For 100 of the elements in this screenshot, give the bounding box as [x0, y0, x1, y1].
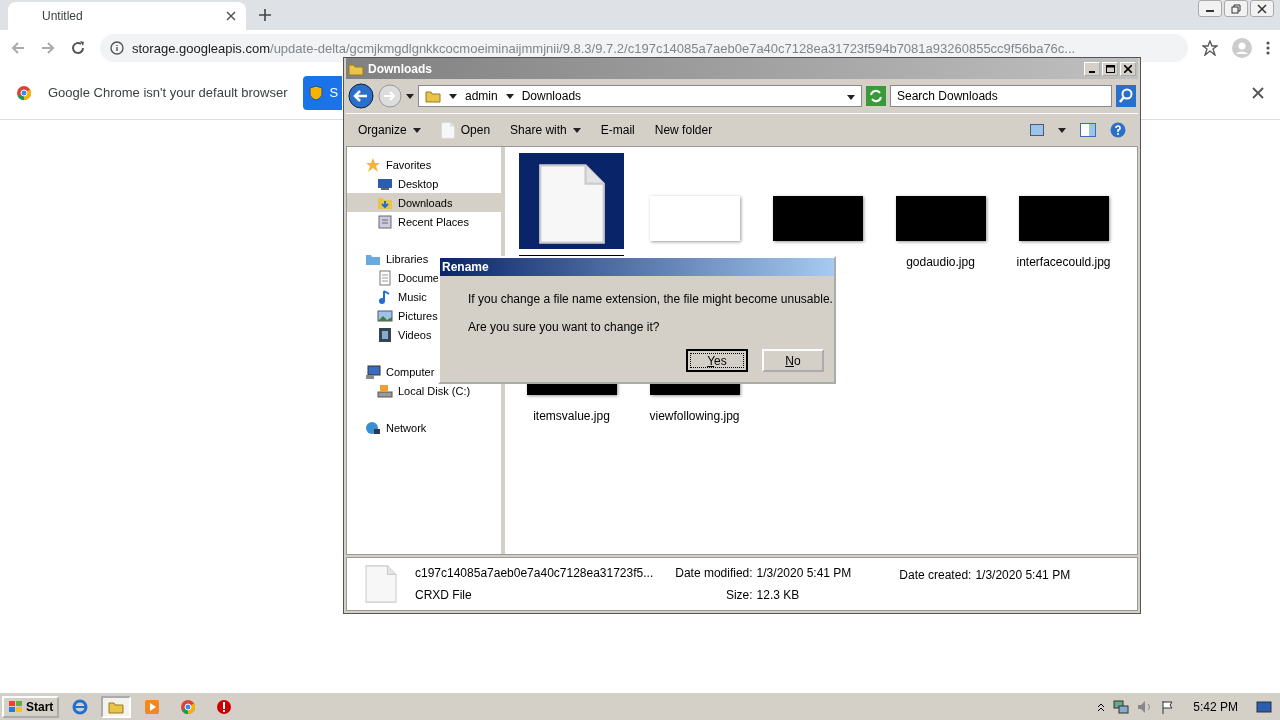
close-icon [1252, 86, 1264, 99]
document-icon [365, 564, 397, 604]
selected-file[interactable] [519, 153, 624, 249]
nav-group[interactable]: Computer [347, 362, 501, 381]
document-icon [537, 163, 606, 245]
toolbar-button[interactable]: New folder [654, 123, 713, 137]
restore-icon [1231, 3, 1241, 14]
address-bar[interactable]: storage.googleapis.com/update-delta/gcmjkmgdlgnkkcocmoeiminaijmmjnii/9.8.3/9.7.2/c197c14085a7aeb0e7a40c7128ea31723f594b7081a93260855cc9f56ba76c... [100, 34, 1188, 62]
image-thumbnail[interactable] [649, 196, 740, 241]
caret-icon [1058, 127, 1066, 133]
nav-label: Favorites [386, 158, 432, 171]
search-icon[interactable] [1116, 85, 1136, 107]
stop-icon [216, 698, 233, 715]
restore-button[interactable] [1224, 0, 1248, 17]
dialog-title: Rename [442, 260, 489, 274]
nav-label: Libraries [386, 252, 429, 265]
close-icon [1124, 64, 1132, 73]
caret-icon [412, 127, 421, 133]
minimize-button[interactable] [1198, 0, 1222, 17]
nav-item[interactable]: Recent Places [347, 212, 501, 231]
menu-icon [1266, 40, 1270, 56]
caret-icon [505, 93, 514, 99]
toolbar-button[interactable]: Organize [358, 123, 421, 137]
back-icon[interactable] [348, 83, 374, 109]
window-title: Downloads [368, 61, 432, 76]
chevron-up-icon [1097, 701, 1106, 712]
browser-icon [72, 698, 89, 715]
breadcrumb-item[interactable]: Downloads [521, 89, 582, 103]
start-button[interactable]: Start [2, 695, 60, 718]
nav-label: Local Disk (C:) [398, 384, 471, 397]
refresh-icon[interactable] [866, 86, 886, 106]
minimize-icon [1089, 70, 1095, 73]
taskbar-app[interactable] [101, 695, 132, 718]
toolbar-button[interactable]: E-mail [600, 123, 635, 137]
image-thumbnail[interactable] [1018, 196, 1109, 241]
close-button[interactable] [1250, 0, 1274, 17]
star-icon [365, 156, 381, 173]
nav-item[interactable]: Local Disk (C:) [347, 381, 501, 400]
pictures-icon [377, 307, 393, 324]
file-name: godaudio.jpg [906, 255, 975, 270]
toolbar-button[interactable]: Open [440, 121, 491, 139]
file-name: itemsvalue.jpg [533, 409, 610, 424]
detail-value: 1/3/2020 5:41 PM [975, 568, 1071, 582]
nav-label: Desktop [398, 177, 439, 190]
nav-group[interactable]: Network [347, 418, 501, 437]
chrome-icon [16, 84, 32, 101]
flag-icon [1161, 699, 1176, 714]
image-thumbnail[interactable] [772, 196, 863, 241]
chrome-icon [180, 698, 197, 715]
detail-label: Date created: [899, 568, 972, 582]
close-icon [1257, 3, 1267, 14]
search-field[interactable]: Search Downloads [890, 85, 1112, 107]
caret-icon [572, 127, 581, 133]
address-field[interactable]: admin Downloads [418, 85, 862, 107]
dialog-button[interactable]: No [762, 349, 824, 372]
maximize-button[interactable] [1102, 61, 1118, 76]
info-icon [110, 41, 124, 55]
nav-label: Pictures [398, 309, 438, 322]
nav-group[interactable]: Favorites [347, 155, 501, 174]
avatar-icon [1232, 38, 1252, 58]
computer-icon [365, 363, 381, 380]
nav-label: Recent Places [398, 215, 469, 228]
folder-icon [425, 88, 441, 104]
infobar-message: Google Chrome isn't your default browser [48, 85, 288, 100]
file-name: viewfollowing.jpg [649, 409, 740, 424]
browser-tab[interactable]: Untitled [8, 2, 246, 30]
set-default-button[interactable]: S [303, 75, 343, 110]
caret-icon [406, 93, 414, 99]
caret-icon [449, 93, 457, 99]
caret-icon [847, 95, 855, 100]
nav-label: Music [398, 290, 427, 303]
reload-icon [70, 40, 86, 56]
detail-value: 1/3/2020 5:41 PM [756, 566, 852, 580]
toolbar-button[interactable]: Share with [510, 123, 581, 137]
network-icon [365, 419, 381, 436]
detail-type: CRXD File [415, 588, 473, 602]
dialog-button[interactable]: Yes [686, 349, 748, 372]
preview-pane-icon[interactable] [1080, 123, 1096, 137]
nav-item[interactable]: Downloads [347, 193, 501, 212]
shield-icon [309, 84, 324, 101]
show-desktop-icon [1256, 699, 1272, 714]
detail-name: c197c14085a7aeb0e7a40c7128ea31723f5... [415, 566, 654, 580]
nav-label: Docume [398, 271, 439, 284]
image-thumbnail[interactable] [895, 196, 986, 241]
url-host: storage.googleapis.com [132, 40, 271, 56]
view-icon[interactable] [1030, 124, 1044, 136]
disk-icon [377, 382, 393, 399]
help-icon[interactable] [1110, 122, 1126, 138]
clock: 5:42 PM [1193, 699, 1238, 714]
nav-label: Computer [386, 365, 435, 378]
new-tab-icon [258, 8, 272, 22]
breadcrumb-item[interactable]: admin [465, 89, 498, 103]
nav-item[interactable]: Desktop [347, 174, 501, 193]
url-path: /update-delta/gcmjkmgdlgnkkcocmoeiminaijmmjnii/9.8.3/9.7.2/c197c14085a7aeb0e7a40c7128ea31723f594b7081a93260855cc9f56ba76c... [270, 40, 1076, 56]
windows-logo-icon [8, 699, 24, 714]
detail-label: Date modified: [675, 566, 753, 580]
maximize-icon [1105, 64, 1115, 73]
close-icon [226, 11, 236, 21]
detail-label: Size: [724, 588, 753, 602]
tab-title: Untitled [42, 9, 83, 23]
